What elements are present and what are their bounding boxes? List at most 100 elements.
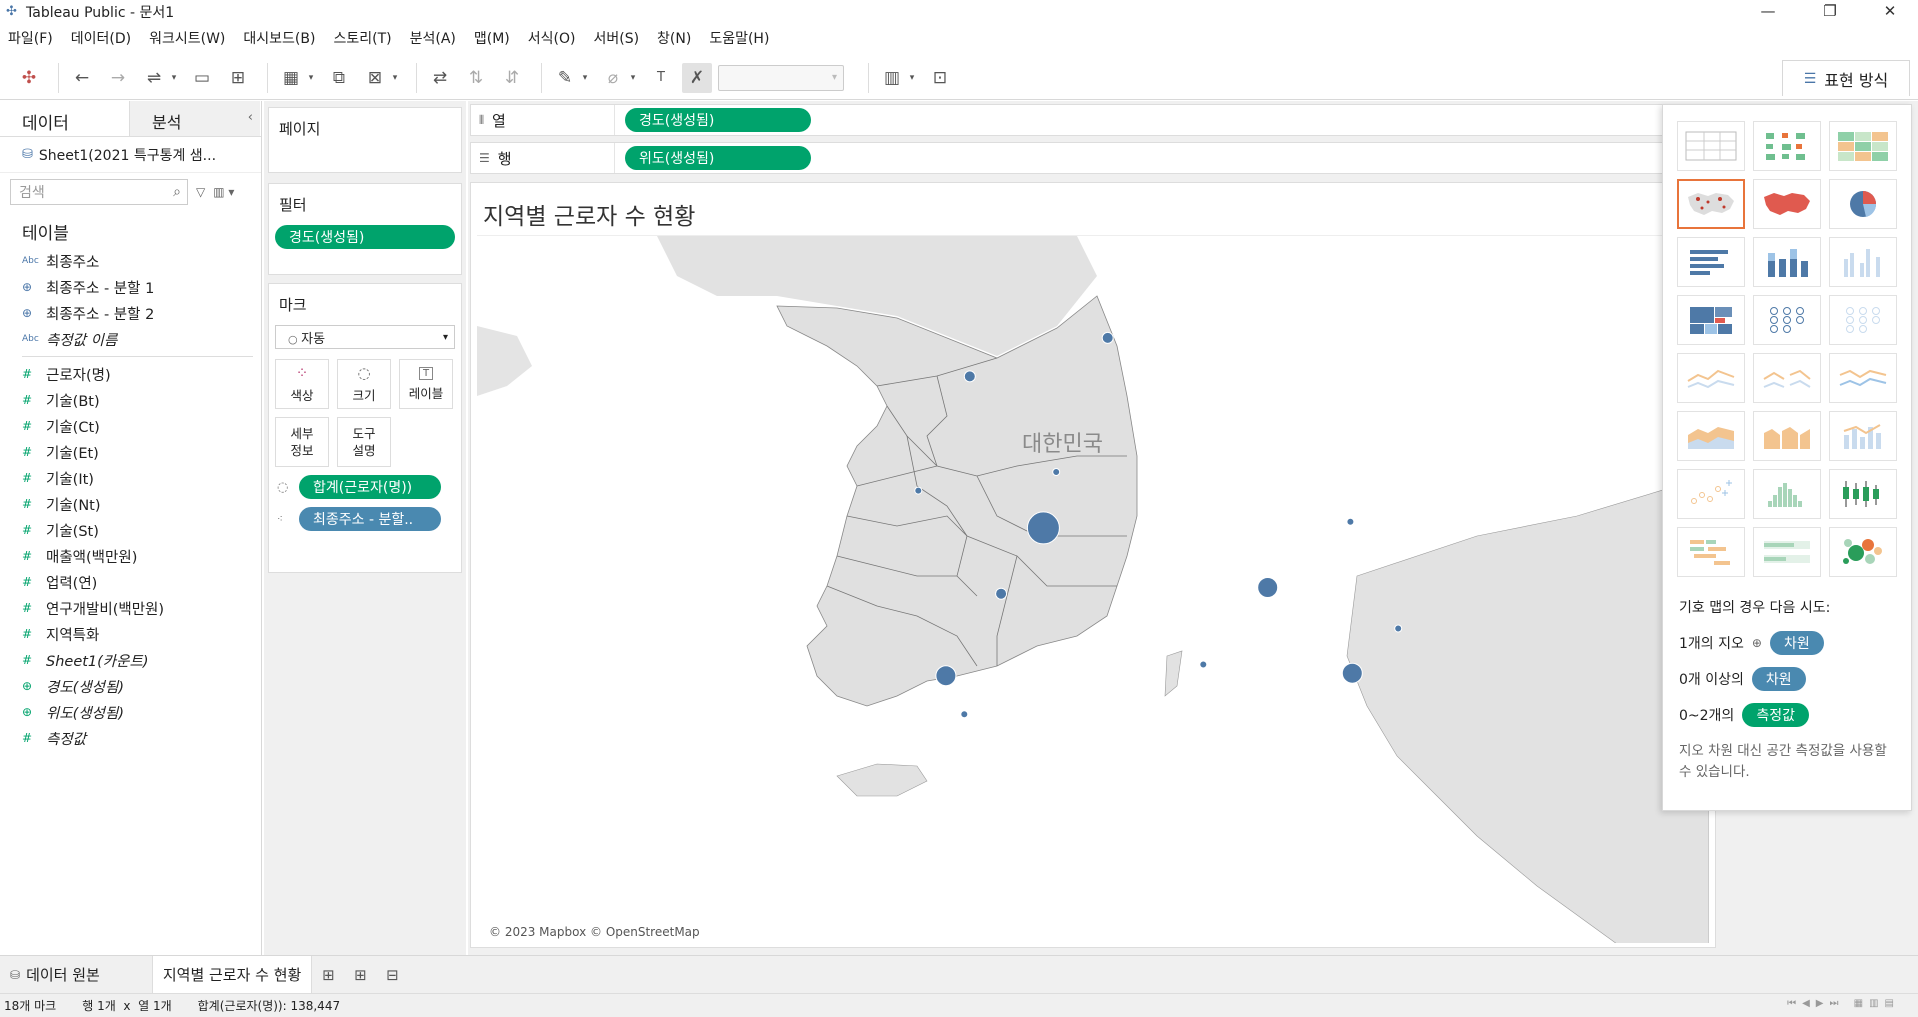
menu-analysis[interactable]: 분석(A) [410,28,456,48]
chart-dual-combination[interactable] [1829,411,1897,461]
chevron-down-icon[interactable]: ▾ [304,63,318,93]
map-mark-point[interactable] [960,710,969,719]
chart-gantt[interactable] [1677,527,1745,577]
field-item[interactable]: # 기술(Et) [0,439,261,465]
mark-type-dropdown[interactable]: ○ 자동 ▾ [275,325,455,349]
map-mark-point[interactable] [1101,331,1114,344]
chart-stacked-bars[interactable] [1753,237,1821,287]
field-item[interactable]: ⊕ 최종주소 - 분할 2 [0,300,261,326]
field-item[interactable]: # 근로자(명) [0,361,261,387]
field-item[interactable]: # 연구개발비(백만원) [0,595,261,621]
chart-area-continuous[interactable] [1677,411,1745,461]
menu-map[interactable]: 맵(M) [474,28,510,48]
field-item[interactable]: # 업력(연) [0,569,261,595]
chart-bullet[interactable] [1753,527,1821,577]
chart-circle-views[interactable] [1753,295,1821,345]
menu-format[interactable]: 서식(O) [528,28,576,48]
map-attribution[interactable]: © 2023 Mapbox © OpenStreetMap [489,925,700,939]
map-mark-point[interactable] [914,486,923,495]
chevron-down-icon[interactable]: ▾ [578,63,592,93]
chart-histogram[interactable] [1753,469,1821,519]
chart-side-by-side-bars[interactable] [1829,237,1897,287]
fit-dropdown[interactable]: ▾ [718,64,844,91]
tooltip-button[interactable]: 도구 설명 [337,417,391,467]
sheet-title[interactable]: 지역별 근로자 수 현황 [483,197,695,231]
field-item[interactable]: Abc 최종주소 [0,248,261,274]
highlight-icon[interactable]: ✎ [550,63,580,93]
field-item[interactable]: # 측정값 [0,725,261,751]
show-mark-labels-icon[interactable]: T [646,63,676,93]
redo-icon[interactable]: → [103,63,133,93]
chart-box-whisker[interactable] [1829,469,1897,519]
map-mark-point[interactable] [1026,511,1060,545]
show-cards-icon[interactable]: ▥ [877,63,907,93]
map-view[interactable]: 대한민국 © 2023 Mapbox © OpenStreetMap [477,235,1709,943]
map-mark-point[interactable] [1346,517,1355,526]
search-input[interactable]: 검색 ⌕ [10,179,188,205]
collapse-pane-icon[interactable]: ‹ [248,110,253,125]
field-item[interactable]: ⊕ 경도(생성됨) [0,673,261,699]
field-item[interactable]: # 기술(Nt) [0,491,261,517]
chevron-down-icon[interactable]: ▾ [388,63,402,93]
swap-rows-columns-icon[interactable]: ⇄ [425,63,455,93]
field-item[interactable]: # 지역특화 [0,621,261,647]
new-worksheet-icon[interactable]: ▦ [276,63,306,93]
menu-worksheet[interactable]: 워크시트(W) [149,28,225,48]
field-item[interactable]: # 기술(St) [0,517,261,543]
field-item[interactable]: Abc 측정값 이름 [0,326,261,352]
show-me-button[interactable]: ☰ 표현 방식 [1782,60,1910,96]
label-button[interactable]: T 레이블 [399,359,453,409]
detail-button[interactable]: 세부 정보 [275,417,329,467]
save-icon[interactable]: ▭ [187,63,217,93]
chart-text-table[interactable] [1677,121,1745,171]
new-worksheet-tab-icon[interactable]: ⊞ [312,966,344,984]
chart-highlight-table[interactable] [1829,121,1897,171]
chart-packed-bubbles[interactable] [1829,527,1897,577]
map-mark-point[interactable] [1199,660,1208,669]
chart-horizontal-bars[interactable] [1677,237,1745,287]
chart-side-by-side-circles[interactable] [1829,295,1897,345]
sort-descending-icon[interactable]: ⇵ [497,63,527,93]
close-button[interactable]: ✕ [1870,0,1910,24]
minimize-button[interactable]: — [1748,0,1788,24]
map-mark-point[interactable] [963,370,976,383]
field-item[interactable]: # 기술(It) [0,465,261,491]
tab-sheet[interactable]: 지역별 근로자 수 현황 [151,955,313,994]
menu-server[interactable]: 서버(S) [593,28,639,48]
field-item[interactable]: ⊕ 위도(생성됨) [0,699,261,725]
chart-filled-map[interactable] [1753,179,1821,229]
menu-story[interactable]: 스토리(T) [333,28,391,48]
map-canvas[interactable]: 대한민국 [477,236,1709,943]
pages-card[interactable]: 페이지 [268,107,462,173]
map-mark-point[interactable] [1052,468,1061,476]
undo-icon[interactable]: ← [67,63,97,93]
menu-window[interactable]: 창(N) [657,28,691,48]
field-item[interactable]: # 매출액(백만원) [0,543,261,569]
chart-heat-map[interactable] [1753,121,1821,171]
field-item[interactable]: ⊕ 최종주소 - 분할 1 [0,274,261,300]
field-item[interactable]: # 기술(Ct) [0,413,261,439]
clear-sheet-icon[interactable]: ⊠ [360,63,390,93]
chart-lines-discrete[interactable] [1753,353,1821,403]
columns-pill[interactable]: 경도(생성됨) [625,108,811,132]
new-story-tab-icon[interactable]: ⊟ [376,966,408,984]
filters-card[interactable]: 필터 경도(생성됨) [268,183,462,275]
tableau-start-icon[interactable]: ✣ [14,63,44,93]
chart-pie[interactable] [1829,179,1897,229]
replay-icon[interactable]: ⇌ [139,63,169,93]
detail-field-pill[interactable]: 최종주소 - 분할.. [299,507,441,531]
field-item[interactable]: # Sheet1(카운트) [0,647,261,673]
map-mark-point[interactable] [995,587,1008,600]
menu-data[interactable]: 데이터(D) [71,28,131,48]
chart-area-discrete[interactable] [1753,411,1821,461]
size-field-pill[interactable]: 합계(근로자(명)) [299,475,441,499]
data-source[interactable]: ⛁ Sheet1(2021 특구통계 샘... [0,137,261,173]
chart-symbol-map[interactable] [1677,179,1745,229]
new-data-source-icon[interactable]: ⊞ [223,63,253,93]
tab-data-source[interactable]: ⛁ 데이터 원본 [0,956,110,994]
chevron-down-icon[interactable]: ▾ [167,63,181,93]
menu-file[interactable]: 파일(F) [8,28,53,48]
field-item[interactable]: # 기술(Bt) [0,387,261,413]
map-mark-point[interactable] [935,665,957,687]
menu-dashboard[interactable]: 대시보드(B) [243,28,315,48]
